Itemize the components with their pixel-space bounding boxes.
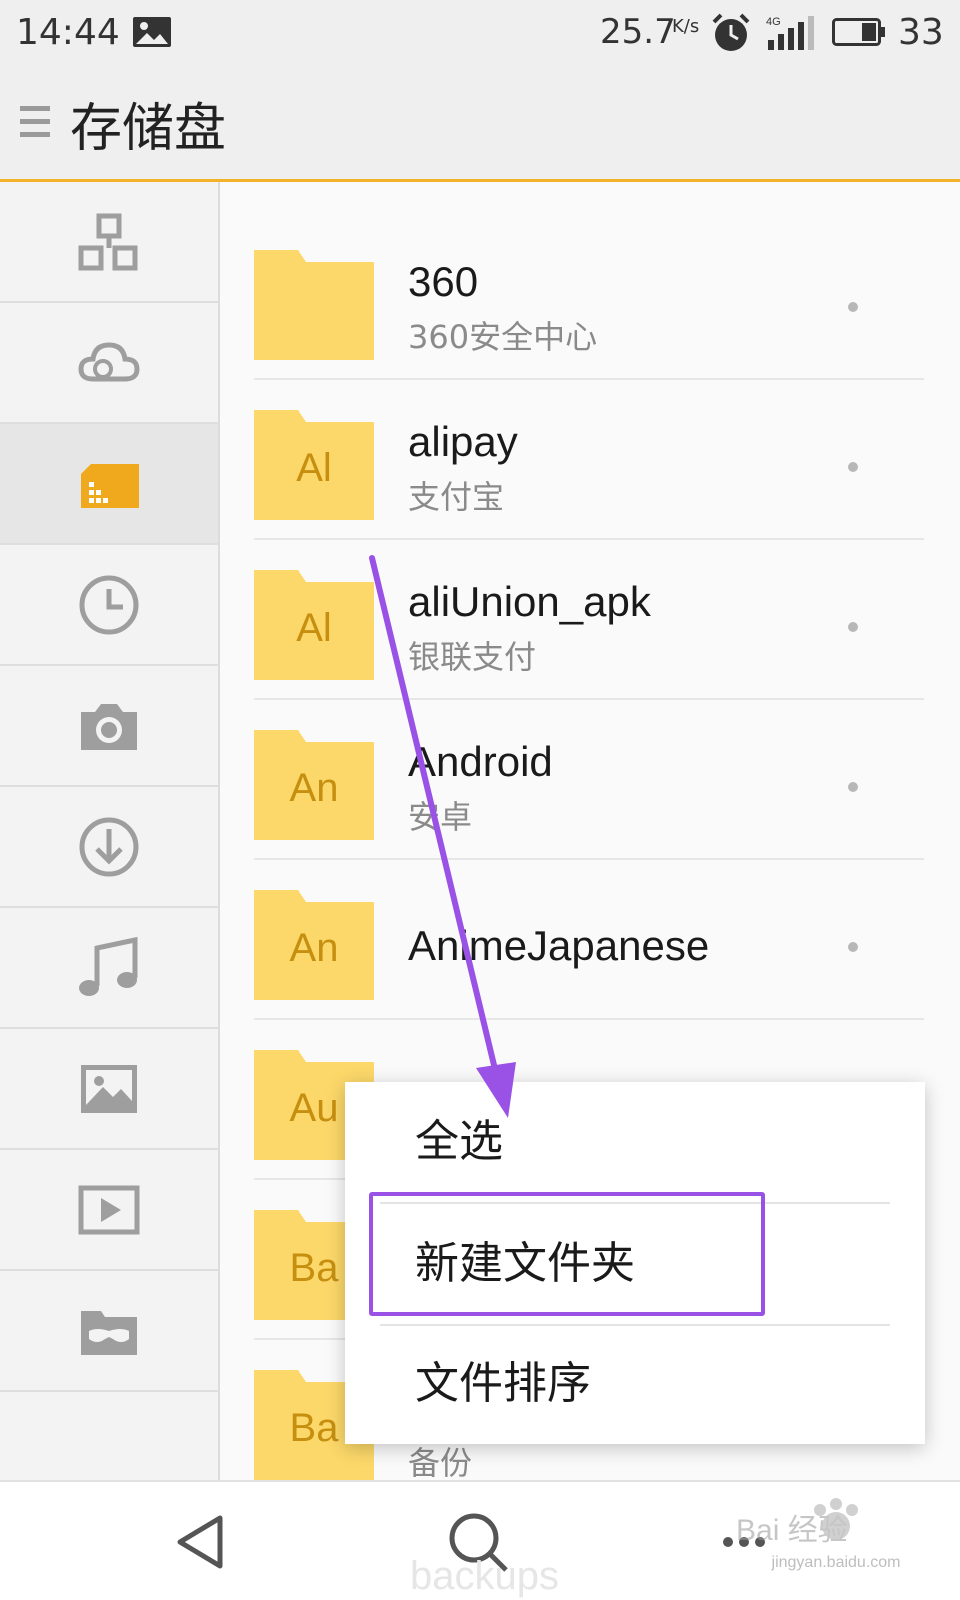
context-menu: 全选 新建文件夹 文件排序 — [345, 1082, 925, 1444]
menu-item-select-all[interactable]: 全选 — [345, 1082, 925, 1202]
page-title: 存储盘 — [70, 99, 227, 159]
network-speed-unit: K/s — [672, 16, 700, 37]
folder-abbr: Al — [296, 606, 332, 650]
back-triangle-icon[interactable] — [170, 1510, 234, 1574]
file-row[interactable]: 360 360安全中心 — [254, 220, 924, 380]
status-bar: 14:44 25.7 K/s 4G 33 — [0, 0, 960, 64]
partial-file-name: backups — [410, 1554, 559, 1598]
baidu-paw-logo-icon: Bai 经验 — [736, 1498, 858, 1547]
status-time: 14:44 — [16, 12, 120, 53]
file-row[interactable]: Al aliUnion_apk 银联支付 — [254, 540, 924, 700]
annotation-highlight-box — [369, 1192, 765, 1316]
file-description: 备份 — [408, 1444, 473, 1480]
row-more-dot[interactable] — [848, 782, 858, 792]
folder-icon: Al — [254, 410, 374, 520]
folder-abbr: An — [289, 766, 339, 810]
sidebar — [0, 182, 220, 1480]
category-icon — [78, 213, 138, 270]
file-name: Android — [408, 738, 553, 785]
sidebar-item-private[interactable] — [0, 1271, 218, 1392]
private-folder-icon — [81, 1310, 137, 1355]
file-name: AnimeJapanese — [408, 922, 710, 969]
sidebar-item-storage[interactable] — [0, 424, 218, 545]
recent-clock-icon — [79, 575, 139, 634]
image-notification-icon — [133, 17, 171, 47]
battery-percent: 33 — [898, 12, 944, 53]
file-row[interactable]: An Android 安卓 — [254, 700, 924, 860]
watermark-logo-text: Bai 经验 — [736, 1514, 848, 1547]
storage-card-icon — [81, 463, 139, 508]
folder-icon: Al — [254, 570, 374, 680]
picture-icon — [81, 1064, 137, 1113]
sidebar-item-music[interactable] — [0, 908, 218, 1029]
sidebar-item-video[interactable] — [0, 1150, 218, 1271]
video-play-icon — [78, 1185, 140, 1234]
folder-icon: An — [254, 730, 374, 840]
file-row[interactable]: Al alipay 支付宝 — [254, 380, 924, 540]
hamburger-menu-icon[interactable] — [20, 102, 50, 142]
alarm-clock-icon — [712, 13, 750, 51]
sidebar-item-pictures[interactable] — [0, 1029, 218, 1150]
sidebar-item-cloud[interactable] — [0, 303, 218, 424]
menu-item-sort-files[interactable]: 文件排序 — [345, 1324, 925, 1444]
file-description: 银联支付 — [408, 638, 537, 676]
file-description: 支付宝 — [408, 478, 505, 516]
camera-icon — [81, 703, 137, 750]
folder-icon — [254, 250, 374, 360]
row-more-dot[interactable] — [848, 622, 858, 632]
sidebar-item-recent[interactable] — [0, 545, 218, 666]
baidu-watermark: Bai 经验 jingyan.baidu.com — [736, 1496, 936, 1582]
folder-icon: An — [254, 890, 374, 1000]
battery-icon — [832, 18, 885, 46]
row-more-dot[interactable] — [848, 462, 858, 472]
row-more-dot[interactable] — [848, 942, 858, 952]
file-description: 360安全中心 — [408, 318, 598, 356]
file-name: aliUnion_apk — [408, 578, 651, 625]
network-speed: 25.7 — [600, 12, 676, 52]
sidebar-item-download[interactable] — [0, 787, 218, 908]
row-more-dot[interactable] — [848, 302, 858, 312]
app-bar: 存储盘 — [0, 64, 960, 182]
file-name: alipay — [408, 418, 518, 465]
network-type-label: 4G — [766, 16, 781, 28]
music-note-icon — [79, 936, 138, 996]
file-description: 安卓 — [408, 798, 473, 836]
download-icon — [79, 817, 139, 876]
cloud-icon — [78, 341, 140, 381]
sidebar-item-category[interactable] — [0, 182, 218, 303]
sidebar-item-camera[interactable] — [0, 666, 218, 787]
signal-4g-icon: 4G — [766, 16, 814, 50]
watermark-text: jingyan.baidu.com — [771, 1554, 901, 1571]
file-name: 360 — [408, 258, 479, 305]
file-row[interactable]: An AnimeJapanese — [254, 860, 924, 1020]
folder-abbr: Al — [296, 446, 332, 490]
folder-abbr: An — [289, 926, 339, 970]
